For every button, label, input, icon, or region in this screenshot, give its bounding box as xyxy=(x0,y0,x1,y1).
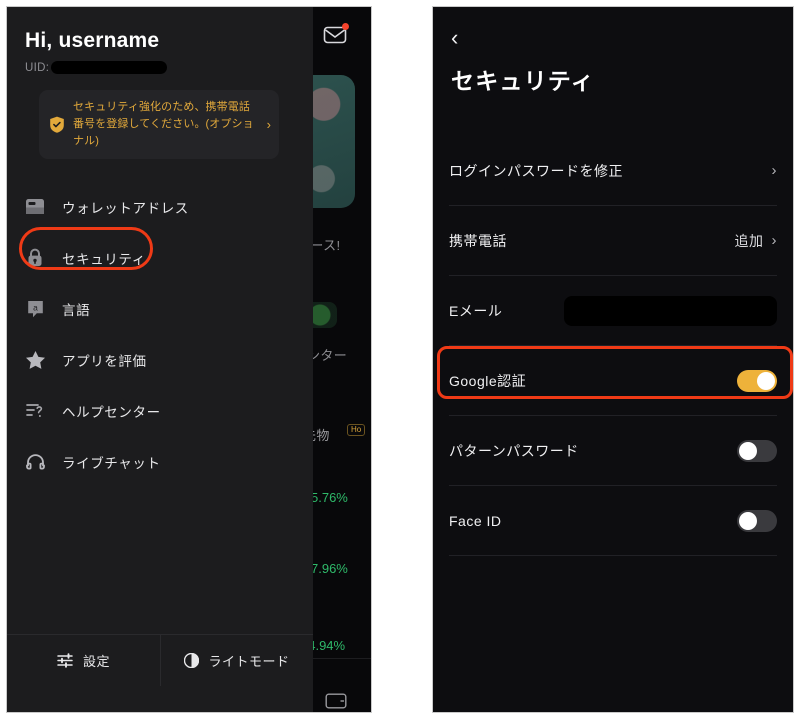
sidebar-item-security[interactable]: セキュリティ xyxy=(7,232,313,283)
uid-row[interactable]: UID: xyxy=(25,61,295,74)
row-label: Face ID xyxy=(449,512,502,529)
sidebar-item-label: セキュリティ xyxy=(62,251,146,267)
sidebar-item-label: 言語 xyxy=(62,302,91,318)
sidebar-item-label: ライブチャット xyxy=(62,455,161,471)
headset-icon xyxy=(25,452,45,472)
greeting-text: Hi, username xyxy=(25,29,160,52)
row-value-group xyxy=(737,509,777,532)
help-lines-icon xyxy=(25,401,45,421)
page-title: セキュリティ xyxy=(451,68,595,94)
wallet-card-icon xyxy=(25,197,45,217)
sidebar-item-label: ウォレットアドレス xyxy=(62,200,189,216)
toggle-knob xyxy=(739,511,757,530)
email-value-redacted xyxy=(564,295,777,326)
toggle-knob xyxy=(739,441,757,460)
chevron-right-icon: › xyxy=(771,162,777,179)
envelope-icon[interactable] xyxy=(323,23,349,45)
sidebar-item-help-center[interactable]: ヘルプセンター xyxy=(7,385,313,436)
row-value: 追加 xyxy=(734,232,764,249)
face-id-toggle[interactable] xyxy=(737,509,777,532)
row-label: 携帯電話 xyxy=(449,232,507,249)
right-panel-security-settings: ‹ セキュリティ ログインパスワードを修正 › 携帯電話 追加 › Eメール G… xyxy=(432,6,794,713)
uid-value-redacted xyxy=(51,61,168,74)
drawer-footer-spacer xyxy=(7,686,313,712)
row-email[interactable]: Eメール xyxy=(449,276,777,346)
sidebar-item-label: ヘルプセンター xyxy=(62,404,161,420)
settings-label: 設定 xyxy=(82,654,110,669)
uid-label: UID: xyxy=(25,61,50,74)
drawer-menu: ウォレットアドレス セキュリティ a 言語 アプリを評価 ヘルプセンター ライブ… xyxy=(7,181,313,634)
drawer-footer: 設定 ライトモード xyxy=(7,634,313,686)
row-google-authenticator[interactable]: Google認証 xyxy=(449,346,777,416)
row-value-group xyxy=(737,369,777,392)
security-notice-banner[interactable]: セキュリティ強化のため、携帯電話番号を登録してください。(オプショナル) › xyxy=(39,90,279,160)
pattern-password-toggle[interactable] xyxy=(737,439,777,462)
row-label: ログインパスワードを修正 xyxy=(449,162,623,179)
star-icon xyxy=(25,350,45,370)
sidebar-item-label: アプリを評価 xyxy=(62,353,147,369)
light-mode-label: ライトモード xyxy=(208,654,290,669)
row-label: Google認証 xyxy=(449,372,527,389)
light-mode-button[interactable]: ライトモード xyxy=(160,635,313,686)
row-value-group: 追加 › xyxy=(735,231,778,251)
row-label: Eメール xyxy=(449,302,503,319)
chevron-right-icon: › xyxy=(266,117,271,133)
translate-icon: a xyxy=(25,299,45,319)
background-text-center: ンター xyxy=(307,348,348,363)
sidebar-item-live-chat[interactable]: ライブチャット xyxy=(7,436,313,487)
shield-check-icon xyxy=(49,116,65,133)
account-drawer: Hi, username UID: セキュリティ強化のため、携帯電話番号を登録し… xyxy=(7,7,313,712)
left-panel-account-drawer: バース! ンター 先物 Ho 5.76% 7.96% 14.94% Hi, us… xyxy=(6,6,372,713)
mail-badge-dot xyxy=(342,23,349,30)
background-percent-value: 7.96% xyxy=(311,561,348,576)
row-label: パターンパスワード xyxy=(449,442,579,459)
drawer-header: Hi, username UID: セキュリティ強化のため、携帯電話番号を登録し… xyxy=(7,7,313,160)
row-value-group xyxy=(564,295,777,326)
background-percent-value: 5.76% xyxy=(311,490,348,505)
security-settings-list: ログインパスワードを修正 › 携帯電話 追加 › Eメール Google認証 パ… xyxy=(433,136,793,556)
half-circle-icon xyxy=(184,653,200,668)
security-notice-text: セキュリティ強化のため、携帯電話番号を登録してください。(オプショナル) xyxy=(73,101,254,148)
chevron-right-icon: › xyxy=(771,232,777,249)
row-change-login-password[interactable]: ログインパスワードを修正 › xyxy=(449,136,777,206)
security-header: ‹ セキュリティ xyxy=(433,7,793,96)
svg-text:a: a xyxy=(33,302,38,312)
row-value-group xyxy=(737,439,777,462)
sidebar-item-wallet-address[interactable]: ウォレットアドレス xyxy=(7,181,313,232)
sliders-icon xyxy=(57,653,74,668)
lock-icon xyxy=(25,248,45,268)
row-value-group: › xyxy=(772,163,778,178)
back-chevron-icon[interactable]: ‹ xyxy=(451,27,458,49)
sidebar-item-language[interactable]: a 言語 xyxy=(7,283,313,334)
wallet-icon[interactable] xyxy=(325,692,347,710)
row-face-id[interactable]: Face ID xyxy=(449,486,777,556)
row-mobile-phone[interactable]: 携帯電話 追加 › xyxy=(449,206,777,276)
screenshot-stage: バース! ンター 先物 Ho 5.76% 7.96% 14.94% Hi, us… xyxy=(0,0,800,725)
settings-button[interactable]: 設定 xyxy=(7,635,160,686)
toggle-knob xyxy=(757,371,775,390)
sidebar-item-rate-app[interactable]: アプリを評価 xyxy=(7,334,313,385)
row-pattern-password[interactable]: パターンパスワード xyxy=(449,416,777,486)
hot-badge: Ho xyxy=(347,424,366,436)
google-auth-toggle[interactable] xyxy=(737,369,777,392)
